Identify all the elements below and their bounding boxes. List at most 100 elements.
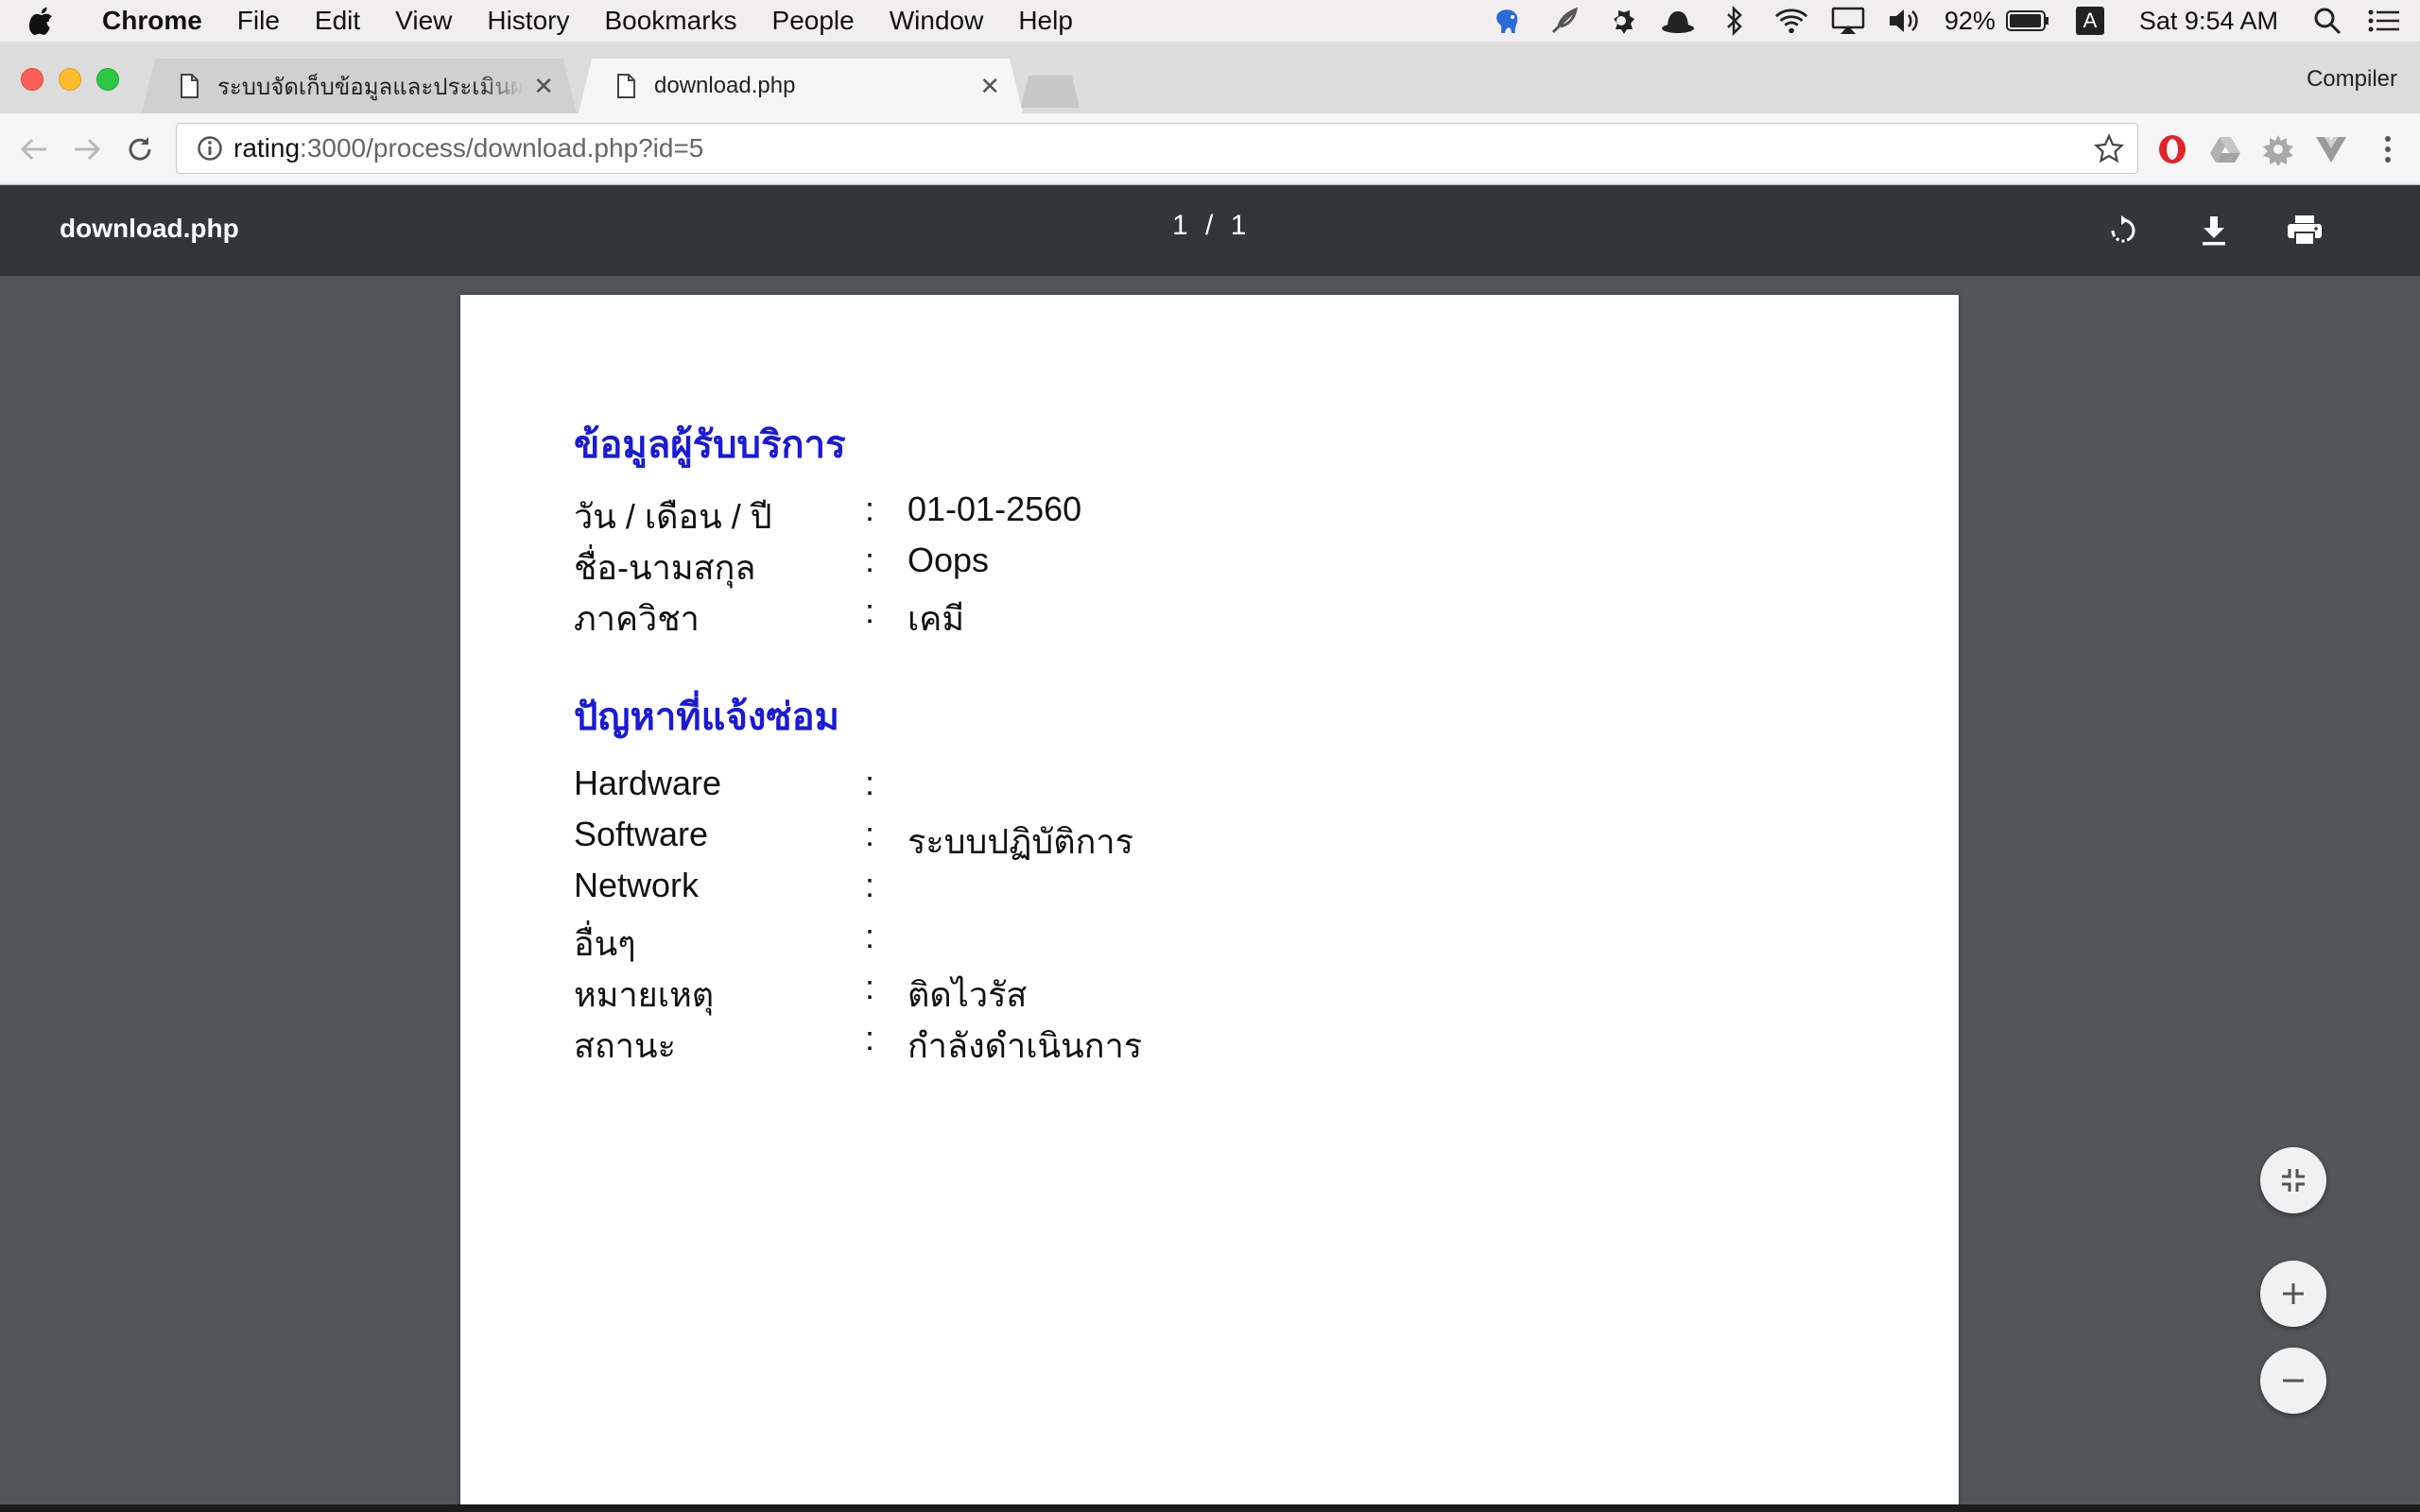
- vue-devtools-icon[interactable]: [2312, 130, 2350, 168]
- rotate-button[interactable]: [2100, 208, 2146, 253]
- zoom-out-button[interactable]: [2260, 1348, 2326, 1414]
- chrome-tab-strip: ระบบจัดเก็บข้อมูลและประเมินผลความ ✕ down…: [0, 42, 2420, 113]
- menubar-clock[interactable]: Sat 9:54 AM: [2139, 7, 2278, 36]
- field-separator: :: [865, 917, 875, 955]
- software-row: Software : ระบบปฏิบัติการ: [574, 815, 1133, 868]
- field-value: 01-01-2560: [908, 490, 1082, 528]
- evernote-icon[interactable]: [1491, 6, 1525, 36]
- pdf-viewer-toolbar: download.php 1 / 1: [0, 185, 2420, 276]
- menu-bookmarks[interactable]: Bookmarks: [604, 6, 736, 36]
- macos-menu-bar: Chrome File Edit View History Bookmarks …: [0, 0, 2420, 42]
- pdf-filename: download.php: [60, 214, 239, 243]
- site-info-icon[interactable]: [186, 135, 233, 162]
- new-tab-button[interactable]: [1021, 76, 1080, 108]
- address-bar[interactable]: rating:3000/process/download.php?id=5: [176, 123, 2138, 174]
- note-row: หมายเหตุ : ติดไวรัส: [574, 968, 1027, 1022]
- menu-file[interactable]: File: [237, 6, 280, 36]
- profile-name[interactable]: Compiler: [2307, 66, 2397, 93]
- gear-extension-icon[interactable]: [2259, 130, 2297, 168]
- reload-button[interactable]: [121, 130, 159, 168]
- field-separator: :: [865, 815, 875, 853]
- tab-rating-system[interactable]: ระบบจัดเก็บข้อมูลและประเมินผลความ ✕: [142, 59, 577, 113]
- plus-icon: [2283, 1283, 2304, 1304]
- print-button[interactable]: [2282, 208, 2327, 253]
- menu-app-chrome[interactable]: Chrome: [102, 6, 202, 36]
- spotlight-icon[interactable]: [2310, 6, 2344, 36]
- field-separator: :: [865, 490, 875, 528]
- customer-info-heading: ข้อมูลผู้รับบริการ: [574, 424, 846, 466]
- forward-button[interactable]: [68, 130, 106, 168]
- menu-people[interactable]: People: [772, 6, 855, 36]
- wifi-icon[interactable]: [1774, 6, 1808, 36]
- menu-view[interactable]: View: [395, 6, 452, 36]
- tab-close-icon[interactable]: ✕: [979, 72, 1000, 101]
- window-minimize-button[interactable]: [59, 68, 81, 91]
- back-button[interactable]: [15, 130, 53, 168]
- url-path: :3000/process/download.php?id=5: [300, 133, 704, 163]
- field-label: Network: [574, 866, 700, 904]
- input-source-label: A: [2075, 7, 2104, 35]
- bookmark-star-icon[interactable]: [2093, 133, 2125, 170]
- opera-icon[interactable]: [2153, 130, 2191, 168]
- menu-edit[interactable]: Edit: [315, 6, 360, 36]
- field-separator: :: [865, 592, 875, 630]
- download-button[interactable]: [2191, 208, 2237, 253]
- menu-help[interactable]: Help: [1018, 6, 1073, 36]
- chrome-menu-icon[interactable]: [2369, 130, 2407, 168]
- airplay-icon[interactable]: [1831, 6, 1865, 36]
- fit-to-page-button[interactable]: [2260, 1147, 2326, 1213]
- field-label: สถานะ: [574, 1026, 676, 1065]
- field-separator: :: [865, 866, 875, 904]
- other-row: อื่นๆ :: [574, 917, 908, 971]
- field-value: Oops: [908, 541, 990, 579]
- volume-icon[interactable]: [1888, 6, 1922, 36]
- field-label: หมายเหตุ: [574, 975, 715, 1014]
- apple-menu-icon[interactable]: [28, 7, 81, 35]
- network-row: Network :: [574, 866, 908, 905]
- dock-edge: [0, 1504, 2420, 1512]
- hardware-row: Hardware :: [574, 764, 908, 803]
- notification-center-icon[interactable]: [2367, 6, 2401, 36]
- battery-icon[interactable]: [2005, 6, 2050, 36]
- feather-icon[interactable]: [1547, 6, 1582, 36]
- window-zoom-button[interactable]: [96, 68, 119, 91]
- back-arrow-icon: [20, 138, 46, 161]
- pdf-page-separator: /: [1205, 210, 1214, 241]
- field-label: วัน / เดือน / ปี: [574, 497, 772, 536]
- field-separator: :: [865, 541, 875, 579]
- url-host: rating: [233, 133, 301, 163]
- field-value: ระบบปฏิบัติการ: [908, 822, 1133, 861]
- field-value: ติดไวรัส: [908, 975, 1028, 1014]
- status-row: สถานะ : กำลังดำเนินการ: [574, 1019, 1142, 1073]
- bowler-hat-icon[interactable]: [1661, 6, 1695, 36]
- pdf-page: ข้อมูลผู้รับบริการ วัน / เดือน / ปี : 01…: [460, 295, 1959, 1512]
- bluetooth-icon[interactable]: [1718, 6, 1752, 36]
- battery-percent: 92%: [1944, 6, 1996, 35]
- tab-close-icon[interactable]: ✕: [533, 72, 554, 101]
- fit-page-icon: [2282, 1169, 2305, 1192]
- settings-icon[interactable]: [1604, 6, 1638, 36]
- rotate-icon: [2111, 215, 2135, 243]
- drive-icon[interactable]: [2206, 130, 2244, 168]
- pdf-page-indicator: 1 / 1: [1172, 210, 1246, 242]
- download-icon: [2203, 216, 2225, 246]
- menu-window[interactable]: Window: [890, 6, 984, 36]
- pdf-viewer-area[interactable]: ข้อมูลผู้รับบริการ วัน / เดือน / ปี : 01…: [0, 276, 2420, 1512]
- window-close-button[interactable]: [21, 68, 43, 91]
- field-separator: :: [865, 764, 875, 802]
- field-value: กำลังดำเนินการ: [908, 1026, 1143, 1065]
- pdf-total-pages: 1: [1230, 210, 1247, 241]
- zoom-in-button[interactable]: [2260, 1261, 2326, 1327]
- repair-problem-heading: ปัญหาที่แจ้งซ่อม: [574, 696, 839, 738]
- field-label: อื่นๆ: [574, 924, 636, 963]
- input-source-icon[interactable]: A: [2073, 6, 2107, 36]
- page-icon: [616, 74, 635, 98]
- tab-download-php[interactable]: download.php ✕: [579, 59, 1023, 113]
- menu-history[interactable]: History: [487, 6, 569, 36]
- forward-arrow-icon: [75, 138, 101, 161]
- page-icon: [180, 74, 199, 98]
- field-value: เคมี: [908, 599, 965, 638]
- browser-toolbar: rating:3000/process/download.php?id=5: [0, 113, 2420, 185]
- pdf-current-page[interactable]: 1: [1172, 210, 1188, 241]
- field-label: ภาควิชา: [574, 599, 700, 638]
